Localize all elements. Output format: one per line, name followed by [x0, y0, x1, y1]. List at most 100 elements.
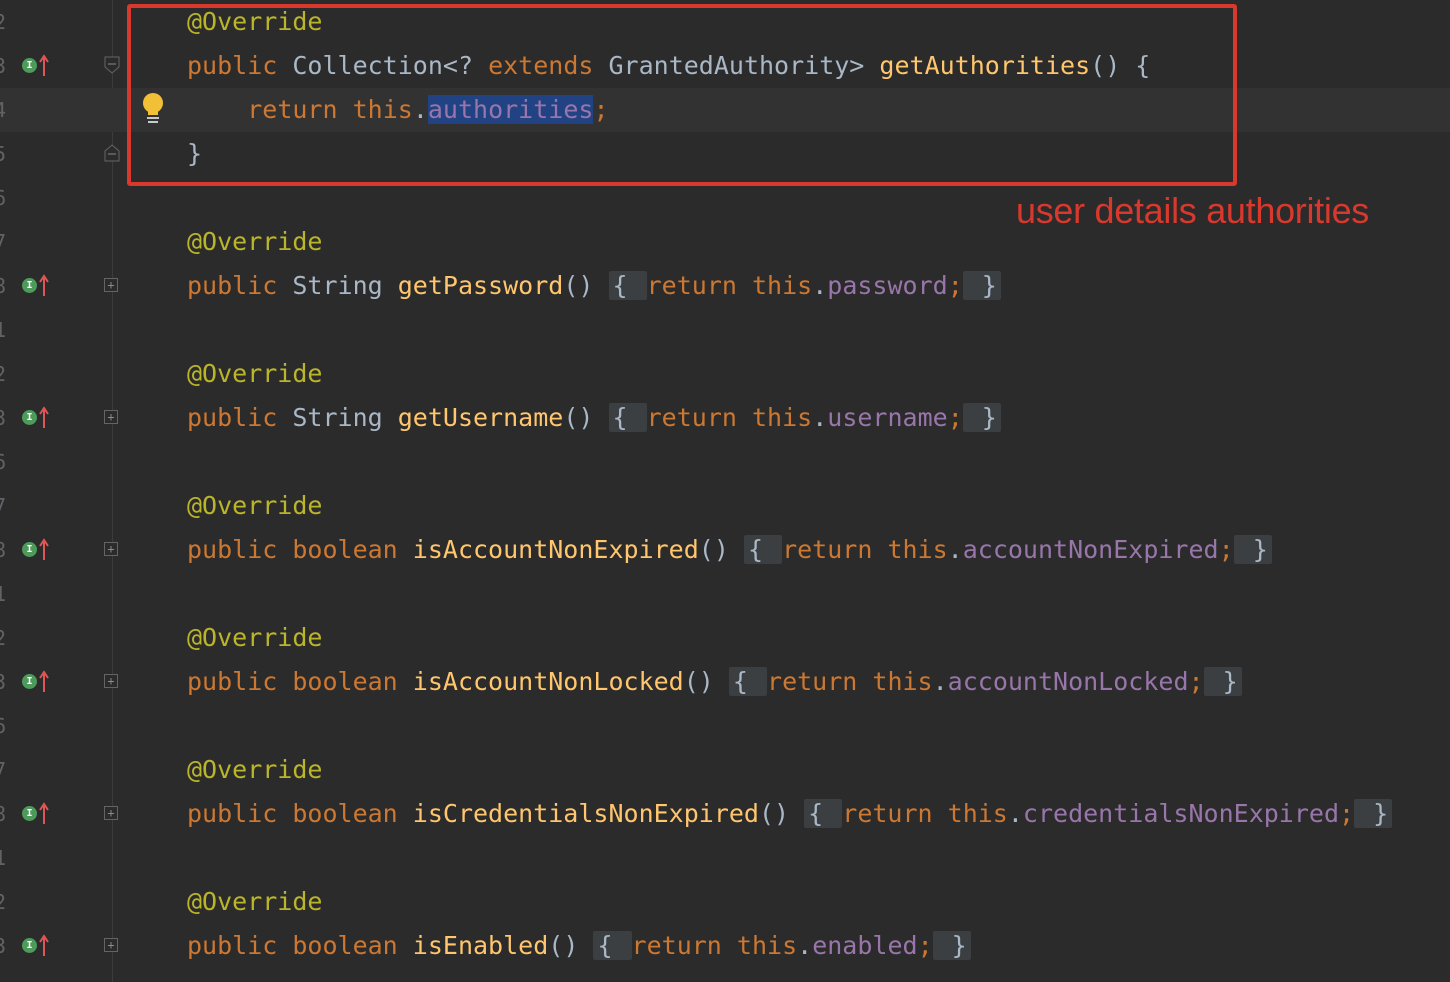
line-number: 2 [0, 10, 7, 34]
folded-block[interactable]: } [962, 271, 1001, 300]
keyword-token: public [187, 931, 278, 960]
field-token: accountNonExpired [962, 535, 1219, 564]
implements-method-icon[interactable]: I [22, 802, 49, 826]
keyword-token: public [187, 667, 278, 696]
folded-block[interactable]: { [804, 799, 843, 828]
folded-block[interactable]: { [608, 271, 647, 300]
code-text[interactable]: @Override [187, 491, 322, 521]
folded-block[interactable]: } [1354, 799, 1393, 828]
code-text[interactable]: public boolean isAccountNonLocked() { re… [187, 667, 1242, 697]
code-line[interactable]: 1 [0, 308, 1450, 352]
keyword-token: return [767, 667, 858, 696]
keyword-token: this [736, 931, 798, 960]
code-line[interactable]: 3 I + public boolean isEnabled() { return t… [0, 924, 1450, 968]
code-text[interactable]: @Override [187, 227, 322, 257]
method-name-token: isCredentialsNonExpired [412, 799, 759, 828]
keyword-token: public [187, 403, 278, 432]
code-text[interactable]: @Override [187, 359, 322, 389]
annotation-token: @Override [187, 491, 323, 520]
folded-block[interactable]: { [608, 403, 647, 432]
line-number: 3 [0, 406, 7, 430]
method-name-token: isAccountNonExpired [412, 535, 699, 564]
fold-expand-icon[interactable]: + [104, 806, 118, 820]
keyword-token: public [187, 535, 278, 564]
folded-block[interactable]: } [1233, 535, 1272, 564]
line-number: 6 [0, 714, 7, 738]
code-line[interactable]: 6 [0, 704, 1450, 748]
line-number: 5 [0, 142, 7, 166]
implements-method-icon[interactable]: I [22, 670, 49, 694]
annotation-token: @Override [187, 623, 323, 652]
fold-expand-icon[interactable]: + [104, 278, 118, 292]
keyword-token: return [646, 271, 737, 300]
keyword-token: return [631, 931, 722, 960]
folded-block[interactable]: { [728, 667, 768, 696]
line-number: 2 [0, 626, 7, 650]
code-line[interactable]: 7 @Override [0, 484, 1450, 528]
line-number: 7 [0, 494, 7, 518]
implements-method-icon[interactable]: I [22, 538, 49, 562]
field-token: accountNonLocked [947, 667, 1189, 696]
code-line[interactable]: 8 I + public String getPassword() { return … [0, 264, 1450, 308]
line-number: 4 [0, 98, 7, 122]
fold-expand-icon[interactable]: + [104, 938, 118, 952]
code-text[interactable]: public String getUsername() { return thi… [187, 403, 1001, 433]
code-text[interactable]: @Override [187, 887, 322, 917]
keyword-token: this [887, 535, 948, 564]
code-line[interactable]: 7 @Override [0, 748, 1450, 792]
line-number: 7 [0, 230, 7, 254]
annotation-highlight-box [127, 4, 1237, 186]
folded-block[interactable]: { [593, 931, 632, 960]
line-number: 3 [0, 934, 7, 958]
implements-method-icon[interactable]: I [22, 406, 49, 430]
folded-block[interactable]: } [962, 403, 1001, 432]
keyword-token: return [842, 799, 933, 828]
code-line[interactable]: 8 I + public boolean isAccountNonExpired() … [0, 528, 1450, 572]
code-text[interactable]: public String getPassword() { return thi… [187, 271, 1001, 301]
annotation-label: user details authorities [1016, 190, 1369, 231]
fold-expand-icon[interactable]: + [104, 410, 118, 424]
keyword-token: public [187, 271, 278, 300]
implements-method-icon[interactable]: I [22, 274, 49, 298]
type-token: boolean [292, 667, 398, 696]
folded-block[interactable]: } [932, 931, 971, 960]
annotation-token: @Override [187, 887, 323, 916]
code-text[interactable]: public boolean isCredentialsNonExpired()… [187, 799, 1393, 829]
implements-method-icon[interactable]: I [22, 934, 49, 958]
fold-collapse-icon[interactable] [104, 56, 120, 74]
method-name-token: isEnabled [412, 931, 549, 960]
type-token: String [292, 403, 383, 432]
line-number: 2 [0, 890, 7, 914]
code-line[interactable]: 2 @Override [0, 616, 1450, 660]
field-token: password [827, 271, 948, 300]
line-number: 1 [0, 846, 7, 870]
code-text[interactable]: @Override [187, 623, 322, 653]
code-line[interactable]: 2 @Override [0, 880, 1450, 924]
folded-block[interactable]: { [743, 535, 783, 564]
code-line[interactable]: 3 I + public String getUsername() { return … [0, 396, 1450, 440]
code-line[interactable]: 3 I + public boolean isAccountNonLocked() {… [0, 660, 1450, 704]
code-text[interactable]: public boolean isEnabled() { return this… [187, 931, 971, 961]
fold-end-icon[interactable] [104, 144, 120, 162]
fold-expand-icon[interactable]: + [104, 542, 118, 556]
code-text[interactable]: public boolean isAccountNonExpired() { r… [187, 535, 1272, 565]
code-line[interactable]: 8 I + public boolean isCredentialsNonExpire… [0, 792, 1450, 836]
type-token: String [292, 271, 383, 300]
line-number: 3 [0, 670, 7, 694]
code-text[interactable]: @Override [187, 755, 322, 785]
code-line[interactable]: 2 @Override [0, 352, 1450, 396]
folded-block[interactable]: } [1203, 667, 1242, 696]
field-token: enabled [812, 931, 918, 960]
line-number: 6 [0, 450, 7, 474]
annotation-token: @Override [187, 755, 323, 784]
code-line[interactable]: 1 [0, 572, 1450, 616]
line-number: 8 [0, 538, 7, 562]
code-line[interactable]: 6 [0, 440, 1450, 484]
fold-expand-icon[interactable]: + [104, 674, 118, 688]
line-number: 7 [0, 758, 7, 782]
line-number: 1 [0, 582, 7, 606]
keyword-token: return [646, 403, 737, 432]
implements-method-icon[interactable]: I [22, 54, 49, 78]
code-line[interactable]: 1 [0, 836, 1450, 880]
field-token: credentialsNonExpired [1022, 799, 1339, 828]
